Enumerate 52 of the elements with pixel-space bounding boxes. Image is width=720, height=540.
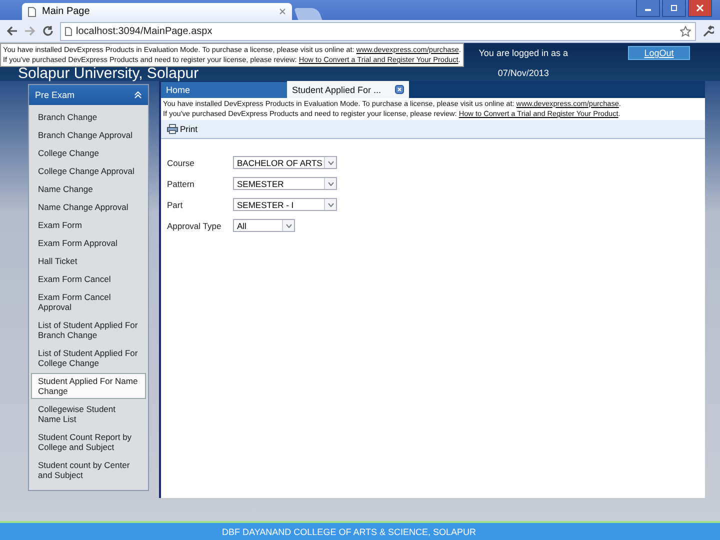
- field-label: Course: [167, 158, 194, 168]
- browser-tab[interactable]: Main Page: [22, 3, 292, 20]
- maximize-icon: [670, 4, 678, 12]
- login-status: You are logged in as a: [478, 48, 568, 58]
- address-bar[interactable]: localhost:3094/MainPage.aspx: [60, 22, 696, 40]
- back-icon[interactable]: [6, 25, 18, 37]
- footer-text: DBF DAYANAND COLLEGE OF ARTS & SCIENCE, SOLAPUR: [222, 526, 476, 536]
- sidebar-item[interactable]: Student Applied For Name Change: [31, 373, 146, 399]
- page-tab[interactable]: Home: [161, 82, 287, 98]
- printer-icon: [167, 124, 178, 134]
- dropdown-field[interactable]: SEMESTER - I: [233, 198, 337, 211]
- field-label: Approval Type: [167, 220, 222, 230]
- sidebar-item[interactable]: Exam Form: [31, 217, 146, 233]
- close-icon[interactable]: [279, 8, 286, 15]
- sidebar-item[interactable]: College Change Approval: [31, 163, 146, 179]
- close-icon[interactable]: [395, 85, 404, 94]
- sidebar-header[interactable]: Pre Exam: [29, 85, 148, 105]
- sidebar-item[interactable]: Branch Change Approval: [31, 127, 146, 143]
- sidebar-item[interactable]: Name Change Approval: [31, 199, 146, 215]
- site-title: Solapur University, Solapur: [18, 67, 199, 80]
- minimize-button[interactable]: [636, 0, 660, 17]
- sidebar-item[interactable]: College Change: [31, 145, 146, 161]
- sidebar-item[interactable]: Name Change: [31, 181, 146, 197]
- sidebar-item[interactable]: List of Student Applied For College Change: [31, 345, 146, 371]
- page-tab[interactable]: Student Applied For ...: [287, 81, 409, 98]
- maximize-button[interactable]: [662, 0, 686, 17]
- sidebar-item[interactable]: Student Count Report by College and Subject: [31, 429, 146, 455]
- sidebar-item[interactable]: Exam Form Cancel Approval: [31, 289, 146, 315]
- dropdown-field[interactable]: All: [233, 219, 295, 232]
- tab-title: Main Page: [42, 6, 91, 17]
- reload-icon[interactable]: [42, 25, 54, 37]
- dropdown-field[interactable]: SEMESTER: [233, 177, 337, 190]
- star-icon[interactable]: [680, 26, 691, 36]
- field-label: Pattern: [167, 178, 194, 188]
- field-label: Part: [167, 200, 183, 210]
- print-button[interactable]: Print: [167, 124, 198, 134]
- sidebar-item[interactable]: Collegewise Student Name List: [31, 401, 146, 427]
- close-icon: [696, 4, 704, 12]
- sidebar-item[interactable]: List of Student Applied For Branch Change: [31, 317, 146, 343]
- sidebar-item[interactable]: Student count by Center and Subject: [31, 457, 146, 483]
- close-button[interactable]: [688, 0, 712, 17]
- dropdown-field[interactable]: BACHELOR OF ARTS: [233, 156, 337, 169]
- collapse-icon[interactable]: [134, 91, 142, 99]
- page-icon: [28, 6, 36, 16]
- sidebar-item[interactable]: Exam Form Approval: [31, 235, 146, 251]
- date-text: 07/Nov/2013: [498, 68, 549, 78]
- logout-button[interactable]: LogOut: [628, 46, 690, 60]
- page-icon: [65, 26, 72, 36]
- wrench-icon[interactable]: [702, 25, 714, 37]
- sidebar-item[interactable]: Branch Change: [31, 109, 146, 125]
- sidebar-item[interactable]: Hall Ticket: [31, 253, 146, 269]
- sidebar-item[interactable]: Exam Form Cancel: [31, 271, 146, 287]
